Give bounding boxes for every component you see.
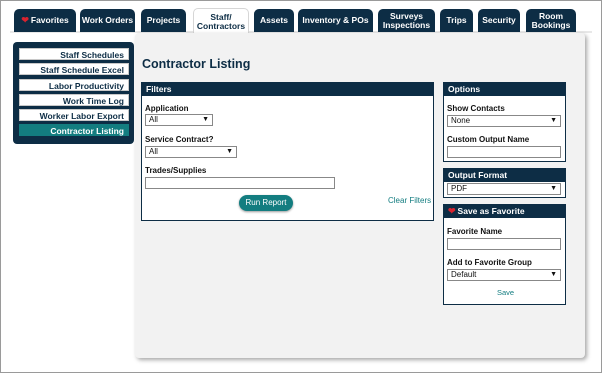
page-title: Contractor Listing — [142, 57, 251, 71]
tab-label-line2: Contractors — [196, 20, 246, 31]
tab-label-line2: Bookings — [531, 19, 571, 30]
service-contract-select[interactable]: All ▼ — [145, 146, 237, 158]
favorite-name-input[interactable] — [447, 238, 561, 250]
filters-header: Filters — [142, 83, 433, 96]
side-menu: Staff Schedules Staff Schedule Excel Lab… — [13, 42, 134, 144]
tab-label: Inventory & POs — [302, 15, 369, 25]
tab-label: Work Orders — [81, 15, 134, 25]
tab-label: Security — [482, 15, 516, 25]
clear-filters-link[interactable]: Clear Filters — [388, 196, 431, 205]
show-contacts-value: None — [451, 116, 471, 125]
service-contract-value: All — [149, 147, 158, 156]
output-format-select[interactable]: PDF ▼ — [447, 183, 561, 195]
output-format-value: PDF — [451, 184, 467, 193]
application-value: All — [149, 115, 158, 124]
tab-staff-contractors[interactable]: Staff/ Contractors — [193, 8, 249, 34]
show-contacts-select[interactable]: None ▼ — [447, 115, 561, 127]
tab-room-bookings[interactable]: Room Bookings — [526, 9, 576, 32]
sidebar-item-worker-labor-export[interactable]: Worker Labor Export — [19, 109, 129, 122]
favorite-group-select[interactable]: Default ▼ — [447, 269, 561, 281]
application-label: Application — [145, 104, 189, 113]
tab-label: Projects — [146, 15, 181, 25]
chevron-down-icon: ▼ — [226, 148, 233, 155]
tab-inventory-pos[interactable]: Inventory & POs — [298, 9, 373, 32]
tab-work-orders[interactable]: Work Orders — [80, 9, 135, 32]
tab-label: Trips — [446, 15, 467, 25]
custom-output-input[interactable] — [447, 146, 561, 158]
save-favorite-title: Save as Favorite — [457, 206, 525, 216]
run-report-button[interactable]: Run Report — [239, 195, 293, 211]
chevron-down-icon: ▼ — [550, 185, 557, 192]
tab-projects[interactable]: Projects — [141, 9, 186, 32]
sidebar-item-contractor-listing[interactable]: Contractor Listing — [19, 124, 129, 137]
tab-label: Assets — [260, 15, 288, 25]
tab-security[interactable]: Security — [478, 9, 520, 32]
tab-favorites[interactable]: ❤ Favorites — [14, 9, 76, 32]
favorite-group-value: Default — [451, 270, 477, 279]
save-favorite-link[interactable]: Save — [497, 288, 514, 297]
tab-label-line2: Inspections — [382, 19, 431, 30]
trades-input[interactable] — [145, 177, 335, 189]
trades-label: Trades/Supplies — [145, 166, 207, 175]
sidebar-item-work-time-log[interactable]: Work Time Log — [19, 93, 129, 106]
chevron-down-icon: ▼ — [202, 116, 209, 123]
heart-icon: ❤ — [21, 15, 29, 25]
application-select[interactable]: All ▼ — [145, 114, 213, 126]
favorite-name-label: Favorite Name — [447, 227, 503, 236]
tab-label: Favorites — [30, 15, 69, 25]
sidebar-item-staff-schedule-excel[interactable]: Staff Schedule Excel — [19, 63, 129, 76]
save-favorite-header: ❤ Save as Favorite — [444, 205, 565, 218]
favorite-group-label: Add to Favorite Group — [447, 258, 532, 267]
heart-icon: ❤ — [448, 206, 456, 216]
sidebar-item-staff-schedules[interactable]: Staff Schedules — [19, 48, 129, 60]
show-contacts-label: Show Contacts — [447, 104, 505, 113]
output-format-header: Output Format — [444, 169, 565, 182]
tab-surveys-inspections[interactable]: Surveys Inspections — [378, 9, 435, 32]
tab-trips[interactable]: Trips — [440, 9, 473, 32]
chevron-down-icon: ▼ — [550, 271, 557, 278]
service-contract-label: Service Contract? — [145, 135, 214, 144]
tab-assets[interactable]: Assets — [254, 9, 294, 32]
custom-output-label: Custom Output Name — [447, 135, 530, 144]
chevron-down-icon: ▼ — [550, 117, 557, 124]
options-header: Options — [444, 83, 565, 96]
sidebar-item-labor-productivity[interactable]: Labor Productivity — [19, 78, 129, 91]
